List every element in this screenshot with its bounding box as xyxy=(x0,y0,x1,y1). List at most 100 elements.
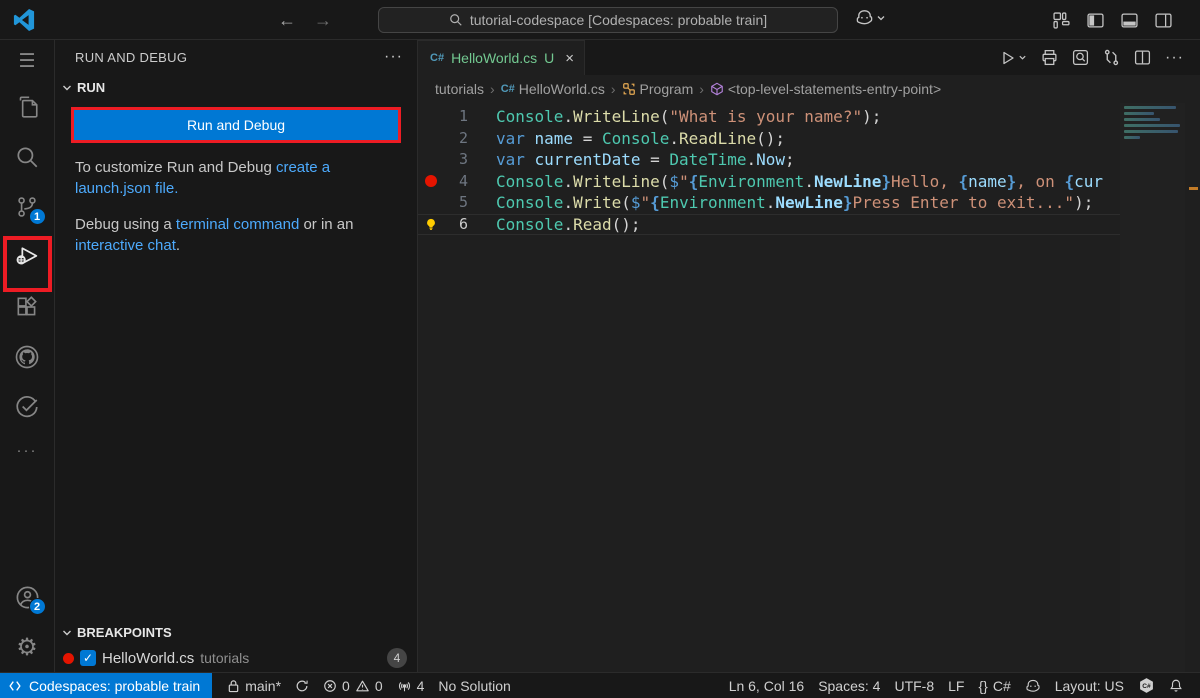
sidebar-item-extensions[interactable] xyxy=(0,282,55,332)
breakpoint-checkbox[interactable]: ✓ xyxy=(80,650,96,666)
notifications-button[interactable] xyxy=(1162,678,1190,693)
minimap[interactable] xyxy=(1120,103,1185,672)
sidebar-item-run-debug[interactable] xyxy=(0,232,55,282)
print-button[interactable] xyxy=(1041,49,1058,66)
sidebar-item-testing[interactable] xyxy=(0,382,55,432)
code-text: var name = Console.ReadLine(); xyxy=(468,128,785,150)
line-number[interactable]: 2 xyxy=(444,128,468,150)
run-code-button[interactable] xyxy=(1000,50,1027,66)
line-number[interactable]: 5 xyxy=(444,192,468,214)
indentation-indicator[interactable]: Spaces: 4 xyxy=(811,678,887,694)
glyph-margin[interactable] xyxy=(418,128,444,150)
sidebar-item-github[interactable] xyxy=(0,332,55,382)
menu-button[interactable]: ☰ xyxy=(0,40,55,82)
line-number[interactable]: 6 xyxy=(444,214,468,236)
errors-count: 0 xyxy=(342,678,350,694)
chevron-down-icon xyxy=(61,627,73,639)
files-icon xyxy=(14,94,40,120)
run-section-header[interactable]: RUN xyxy=(55,74,417,101)
code-lines: 1Console.WriteLine("What is your name?")… xyxy=(418,103,1200,235)
problems-indicator[interactable]: 0 0 xyxy=(316,678,390,694)
tab-close-button[interactable]: × xyxy=(565,50,574,67)
views-more-actions-button[interactable]: ··· xyxy=(384,48,403,66)
code-editor[interactable]: 1Console.WriteLine("What is your name?")… xyxy=(418,103,1200,672)
sync-button[interactable] xyxy=(288,679,316,693)
csharp-extension-button[interactable]: C# xyxy=(1131,677,1162,694)
hint-text: . xyxy=(176,237,180,254)
csharp-file-icon: C# xyxy=(501,83,515,95)
solution-indicator[interactable]: No Solution xyxy=(431,678,517,694)
editor-more-actions-button[interactable]: ··· xyxy=(1165,49,1184,67)
toggle-primary-sidebar-icon[interactable] xyxy=(1087,12,1104,29)
run-and-debug-button[interactable]: Run and Debug xyxy=(74,110,398,140)
keyboard-layout-indicator[interactable]: Layout: US xyxy=(1048,678,1131,694)
copilot-menu-button[interactable] xyxy=(855,8,886,27)
toggle-panel-icon[interactable] xyxy=(1121,12,1138,29)
command-center-search[interactable]: tutorial-codespace [Codespaces: probable… xyxy=(378,7,838,33)
breadcrumb-symbol[interactable]: <top-level-statements-entry-point> xyxy=(710,81,941,97)
open-changes-button[interactable] xyxy=(1103,49,1120,66)
toggle-secondary-sidebar-icon[interactable] xyxy=(1155,12,1172,29)
terminal-command-link[interactable]: terminal command xyxy=(176,216,299,233)
breakpoint-list-item[interactable]: ✓ HelloWorld.cs tutorials 4 xyxy=(55,646,417,672)
search-editor-button[interactable] xyxy=(1072,49,1089,66)
command-center-text: tutorial-codespace [Codespaces: probable… xyxy=(470,12,767,28)
code-text: Console.WriteLine("What is your name?"); xyxy=(468,106,881,128)
interactive-chat-link[interactable]: interactive chat xyxy=(75,237,176,254)
sidebar-item-search[interactable] xyxy=(0,132,55,182)
status-bar: Codespaces: probable train main* 0 0 4 N… xyxy=(0,672,1200,698)
glyph-margin[interactable] xyxy=(418,106,444,128)
nav-back-button[interactable]: ← xyxy=(278,10,296,31)
glyph-margin[interactable] xyxy=(418,149,444,171)
breadcrumb-file[interactable]: C# HelloWorld.cs xyxy=(501,81,605,97)
breadcrumb-class[interactable]: Program xyxy=(622,81,694,97)
code-line: 6Console.Read(); xyxy=(418,214,1200,236)
settings-button[interactable]: ⚙ xyxy=(0,622,55,672)
csharp-badge-icon: C# xyxy=(1138,677,1155,694)
sidebar-item-source-control[interactable]: 1 xyxy=(0,182,55,232)
code-text: Console.Write($"{Environment.NewLine}Pre… xyxy=(468,192,1093,214)
activity-bar: ☰ 1 ··· xyxy=(0,40,55,672)
customize-layout-icon[interactable] xyxy=(1053,12,1070,29)
language-mode-indicator[interactable]: {} C# xyxy=(971,678,1017,694)
breakpoints-section-header[interactable]: BREAKPOINTS xyxy=(55,619,417,646)
branch-label: main* xyxy=(245,678,281,694)
sidebar-title: RUN AND DEBUG xyxy=(75,50,384,65)
eol-indicator[interactable]: LF xyxy=(941,678,971,694)
tab-git-status: U xyxy=(544,50,554,66)
remote-indicator[interactable]: Codespaces: probable train xyxy=(0,673,212,698)
accounts-button[interactable]: 2 xyxy=(0,572,55,622)
vscode-window: ← → tutorial-codespace [Codespaces: prob… xyxy=(0,0,1200,698)
chevron-down-icon xyxy=(1018,53,1027,62)
cursor-position[interactable]: Ln 6, Col 16 xyxy=(722,678,812,694)
copilot-status-button[interactable] xyxy=(1018,678,1048,694)
nav-forward-button[interactable]: → xyxy=(314,10,332,31)
encoding-indicator[interactable]: UTF-8 xyxy=(887,678,941,694)
code-line: 1Console.WriteLine("What is your name?")… xyxy=(418,106,1200,128)
tab-helloworld[interactable]: C# HelloWorld.cs U × xyxy=(418,40,585,75)
search-icon xyxy=(449,13,463,27)
breadcrumb-folder[interactable]: tutorials xyxy=(435,81,484,97)
overview-ruler[interactable] xyxy=(1185,103,1200,672)
lightbulb-icon[interactable] xyxy=(418,214,444,236)
line-number[interactable]: 4 xyxy=(444,171,468,193)
breakpoint-count-badge: 4 xyxy=(387,648,407,668)
code-line: 3var currentDate = DateTime.Now; xyxy=(418,149,1200,171)
broadcast-icon xyxy=(397,679,412,693)
more-views-button[interactable]: ··· xyxy=(0,432,55,468)
split-editor-button[interactable] xyxy=(1134,49,1151,66)
hint-text: To customize Run and Debug xyxy=(75,159,276,176)
breakpoint-icon[interactable] xyxy=(418,171,444,193)
accounts-badge: 2 xyxy=(29,598,46,615)
line-number[interactable]: 1 xyxy=(444,106,468,128)
glyph-margin[interactable] xyxy=(418,192,444,214)
github-icon xyxy=(13,343,41,371)
sidebar-item-explorer[interactable] xyxy=(0,82,55,132)
ports-indicator[interactable]: 4 xyxy=(390,678,432,694)
branch-indicator[interactable]: main* xyxy=(220,678,288,694)
sync-icon xyxy=(295,679,309,693)
csharp-file-icon: C# xyxy=(430,52,444,64)
remote-label: Codespaces: probable train xyxy=(29,678,200,694)
ports-count: 4 xyxy=(417,678,425,694)
line-number[interactable]: 3 xyxy=(444,149,468,171)
